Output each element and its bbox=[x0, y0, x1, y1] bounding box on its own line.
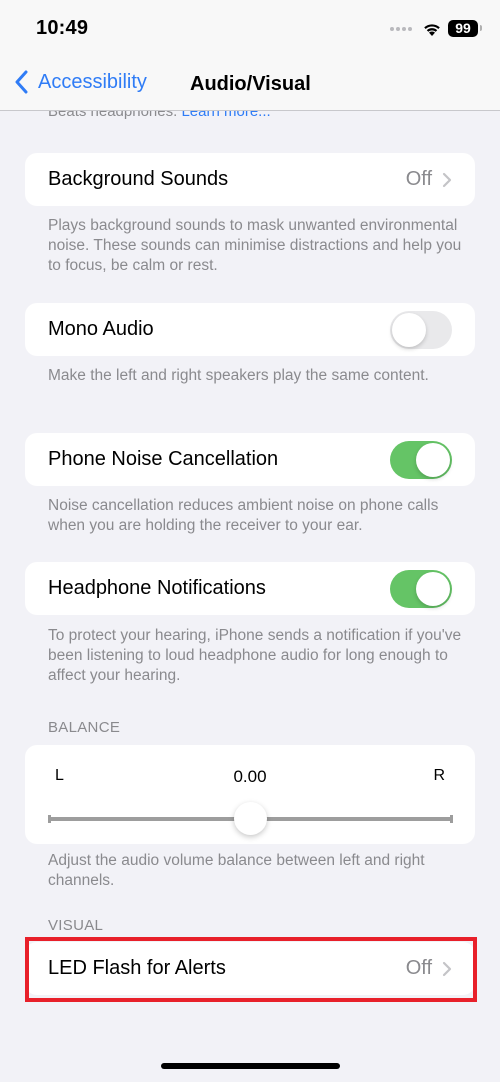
toggle-knob bbox=[416, 571, 450, 606]
status-time: 10:49 bbox=[36, 17, 89, 39]
slider-right-cap bbox=[450, 815, 453, 823]
balance-footer: Adjust the audio volume balance between … bbox=[48, 852, 425, 889]
mono-audio-toggle[interactable] bbox=[390, 310, 452, 349]
led-flash-label: LED Flash for Alerts bbox=[48, 957, 226, 979]
headphone-notifications-toggle[interactable] bbox=[390, 569, 452, 608]
balance-section-header: BALANCE bbox=[48, 719, 121, 736]
background-sounds-value: Off bbox=[405, 168, 432, 190]
screen: 10:49 99 Accessibility Audio/Visual Beat… bbox=[0, 0, 500, 1082]
mono-audio-label: Mono Audio bbox=[48, 318, 154, 340]
toggle-knob bbox=[416, 442, 450, 477]
page-title: Audio/Visual bbox=[190, 73, 311, 95]
home-indicator[interactable] bbox=[161, 1063, 340, 1069]
balance-value: 0.00 bbox=[233, 767, 267, 786]
status-icons: 99 bbox=[390, 20, 482, 37]
toggle-knob bbox=[392, 312, 426, 347]
headphone-notifications-row: Headphone Notifications bbox=[25, 562, 475, 615]
wifi-icon bbox=[424, 23, 440, 36]
navigation-header: 10:49 99 Accessibility Audio/Visual bbox=[0, 0, 500, 111]
background-sounds-row[interactable]: Background Sounds Off bbox=[25, 153, 475, 206]
led-flash-value: Off bbox=[405, 957, 432, 979]
battery-icon: 99 bbox=[448, 20, 482, 37]
mono-audio-row: Mono Audio bbox=[25, 303, 475, 356]
headphone-notifications-footer: To protect your hearing, iPhone sends a … bbox=[48, 627, 462, 684]
back-button[interactable]: Accessibility bbox=[14, 70, 147, 94]
chevron-right-icon bbox=[442, 172, 452, 187]
balance-card: L 0.00 R bbox=[25, 745, 475, 844]
phone-noise-cancellation-label: Phone Noise Cancellation bbox=[48, 448, 279, 470]
balance-slider-thumb[interactable] bbox=[234, 802, 267, 835]
cellular-signal-icon bbox=[390, 26, 412, 31]
phone-noise-cancellation-footer: Noise cancellation reduces ambient noise… bbox=[48, 497, 439, 534]
background-sounds-label: Background Sounds bbox=[48, 168, 229, 190]
chevron-right-icon bbox=[442, 961, 452, 976]
headphone-notifications-label: Headphone Notifications bbox=[48, 577, 266, 599]
balance-right-label: R bbox=[433, 767, 445, 784]
background-sounds-footer: Plays background sounds to mask unwanted… bbox=[48, 217, 462, 274]
slider-left-cap bbox=[48, 815, 51, 823]
back-button-label: Accessibility bbox=[38, 70, 147, 93]
led-flash-row[interactable]: LED Flash for Alerts Off bbox=[25, 942, 475, 995]
visual-section-header: VISUAL bbox=[48, 917, 104, 934]
phone-noise-cancellation-row: Phone Noise Cancellation bbox=[25, 433, 475, 486]
mono-audio-footer: Make the left and right speakers play th… bbox=[48, 367, 429, 384]
phone-noise-cancellation-toggle[interactable] bbox=[390, 440, 452, 479]
chevron-left-icon bbox=[15, 70, 28, 94]
